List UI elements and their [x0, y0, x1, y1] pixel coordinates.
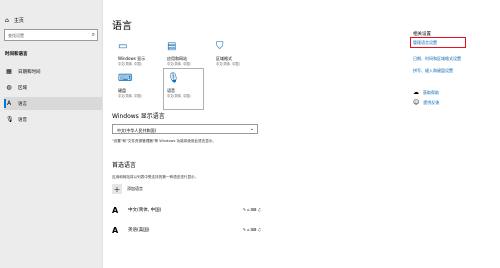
add-language-button[interactable]: + 添加语言 — [112, 184, 143, 194]
tile-sub: 中文(简体, 中国) — [167, 94, 191, 98]
display-language-select[interactable]: 中文(中华人民共和国) ⌄ — [112, 124, 258, 134]
home-icon: ⌂ — [5, 17, 9, 24]
app-window-icon: ▤ — [167, 41, 177, 52]
language-row-english[interactable]: A 英语(美国) ✎⌂⌨♫ — [112, 223, 262, 237]
preferred-language-description: 应用和网站将以列表中受支持的第一种语言进行显示。 — [112, 175, 199, 179]
help-chat-icon: ☁ — [413, 89, 419, 96]
search-input[interactable]: 查找设置 ⌕ — [4, 29, 98, 41]
sidebar: ⌂ 主页 查找设置 ⌕ 时间和语言 ▦ 日期和时间 ◍ 区域 A 语言 🎙 语音 — [0, 0, 103, 268]
monitor-icon: ▭ — [118, 41, 128, 52]
language-features-icons: ✎⌂⌨♫ — [242, 207, 262, 212]
link-date-time-region[interactable]: 日期、时间和区域格式设置 — [413, 56, 461, 62]
tile-regional-format[interactable]: ⛉ 区域格式 中文(简体, 中国) — [212, 36, 253, 78]
language-name: 中文(简体, 中国) — [128, 208, 162, 213]
language-features-icons: ✎⌂⌨♫ — [242, 227, 262, 232]
display-language-heading: Windows 显示语言 — [112, 113, 165, 120]
microphone-icon: 🎙 — [167, 73, 180, 84]
region-format-icon: ⛉ — [216, 41, 224, 52]
feedback-icon: ☺ — [413, 99, 420, 106]
page-title: 语言 — [112, 21, 132, 32]
sidebar-item-label: 语音 — [18, 117, 27, 123]
language-name: 英语(美国) — [128, 228, 150, 233]
sidebar-home[interactable]: ⌂ 主页 — [5, 17, 24, 24]
tile-sub: 中文(简体, 中国) — [118, 94, 142, 98]
get-help-label: 获取帮助 — [423, 89, 439, 95]
calendar-clock-icon: ▦ — [6, 68, 12, 75]
sidebar-item-date-time[interactable]: ▦ 日期和时间 — [4, 65, 102, 78]
keyboard-icon: ⌨ — [118, 73, 133, 84]
chevron-down-icon: ⌄ — [249, 126, 254, 132]
home-label: 主页 — [13, 18, 24, 24]
globe-icon: ◍ — [6, 84, 12, 91]
preferred-language-heading: 首选语言 — [112, 162, 137, 169]
display-language-note: "设置"和"文件资源管理器"等 Windows 功能将使用此语言显示。 — [112, 139, 216, 143]
related-settings: 相关设置 管理语言设置 日期、时间和区域格式设置 拼写、键入和键盘设置 ☁ 获取… — [410, 0, 500, 268]
sidebar-item-language[interactable]: A 语言 — [4, 97, 102, 110]
plus-icon: + — [112, 184, 122, 194]
sidebar-item-label: 语言 — [18, 101, 27, 107]
language-a-icon: A — [112, 225, 119, 235]
tile-sub: 中文(简体, 中国) — [167, 62, 191, 66]
tile-sub: 中文(简体, 中国) — [216, 62, 240, 66]
tile-speech[interactable]: 🎙 语音 中文(简体, 中国) — [163, 68, 204, 110]
search-placeholder: 查找设置 — [8, 33, 24, 38]
language-icon: A — [6, 100, 12, 107]
tile-sub: 中文(简体, 中国) — [118, 62, 142, 66]
microphone-icon: 🎙 — [6, 116, 14, 123]
sidebar-section-title: 时间和语言 — [5, 52, 28, 57]
tile-keyboard[interactable]: ⌨ 键盘 中文(简体, 中国) — [114, 68, 155, 110]
feedback-link[interactable]: ☺ 提供反馈 — [413, 99, 439, 106]
link-manage-language-settings[interactable]: 管理语言设置 — [413, 40, 437, 46]
sidebar-item-region[interactable]: ◍ 区域 — [4, 81, 102, 94]
link-spelling-typing-keyboard[interactable]: 拼写、键入和键盘设置 — [413, 68, 453, 74]
add-language-label: 添加语言 — [127, 186, 143, 191]
feedback-label: 提供反馈 — [423, 99, 440, 105]
sidebar-item-label: 区域 — [18, 85, 27, 91]
language-row-chinese[interactable]: A 中文(简体, 中国) ✎⌂⌨♫ — [112, 203, 262, 217]
language-a-icon: A — [112, 205, 119, 215]
get-help-link[interactable]: ☁ 获取帮助 — [413, 89, 439, 96]
search-icon[interactable]: ⌕ — [92, 31, 95, 39]
sidebar-item-label: 日期和时间 — [18, 69, 41, 75]
display-language-value: 中文(中华人民共和国) — [117, 127, 157, 133]
sidebar-item-speech[interactable]: 🎙 语音 — [4, 113, 102, 126]
main-content: 语言 ▭ Windows 显示 中文(简体, 中国) ▤ 应用和网站 中文(简体… — [112, 0, 402, 268]
